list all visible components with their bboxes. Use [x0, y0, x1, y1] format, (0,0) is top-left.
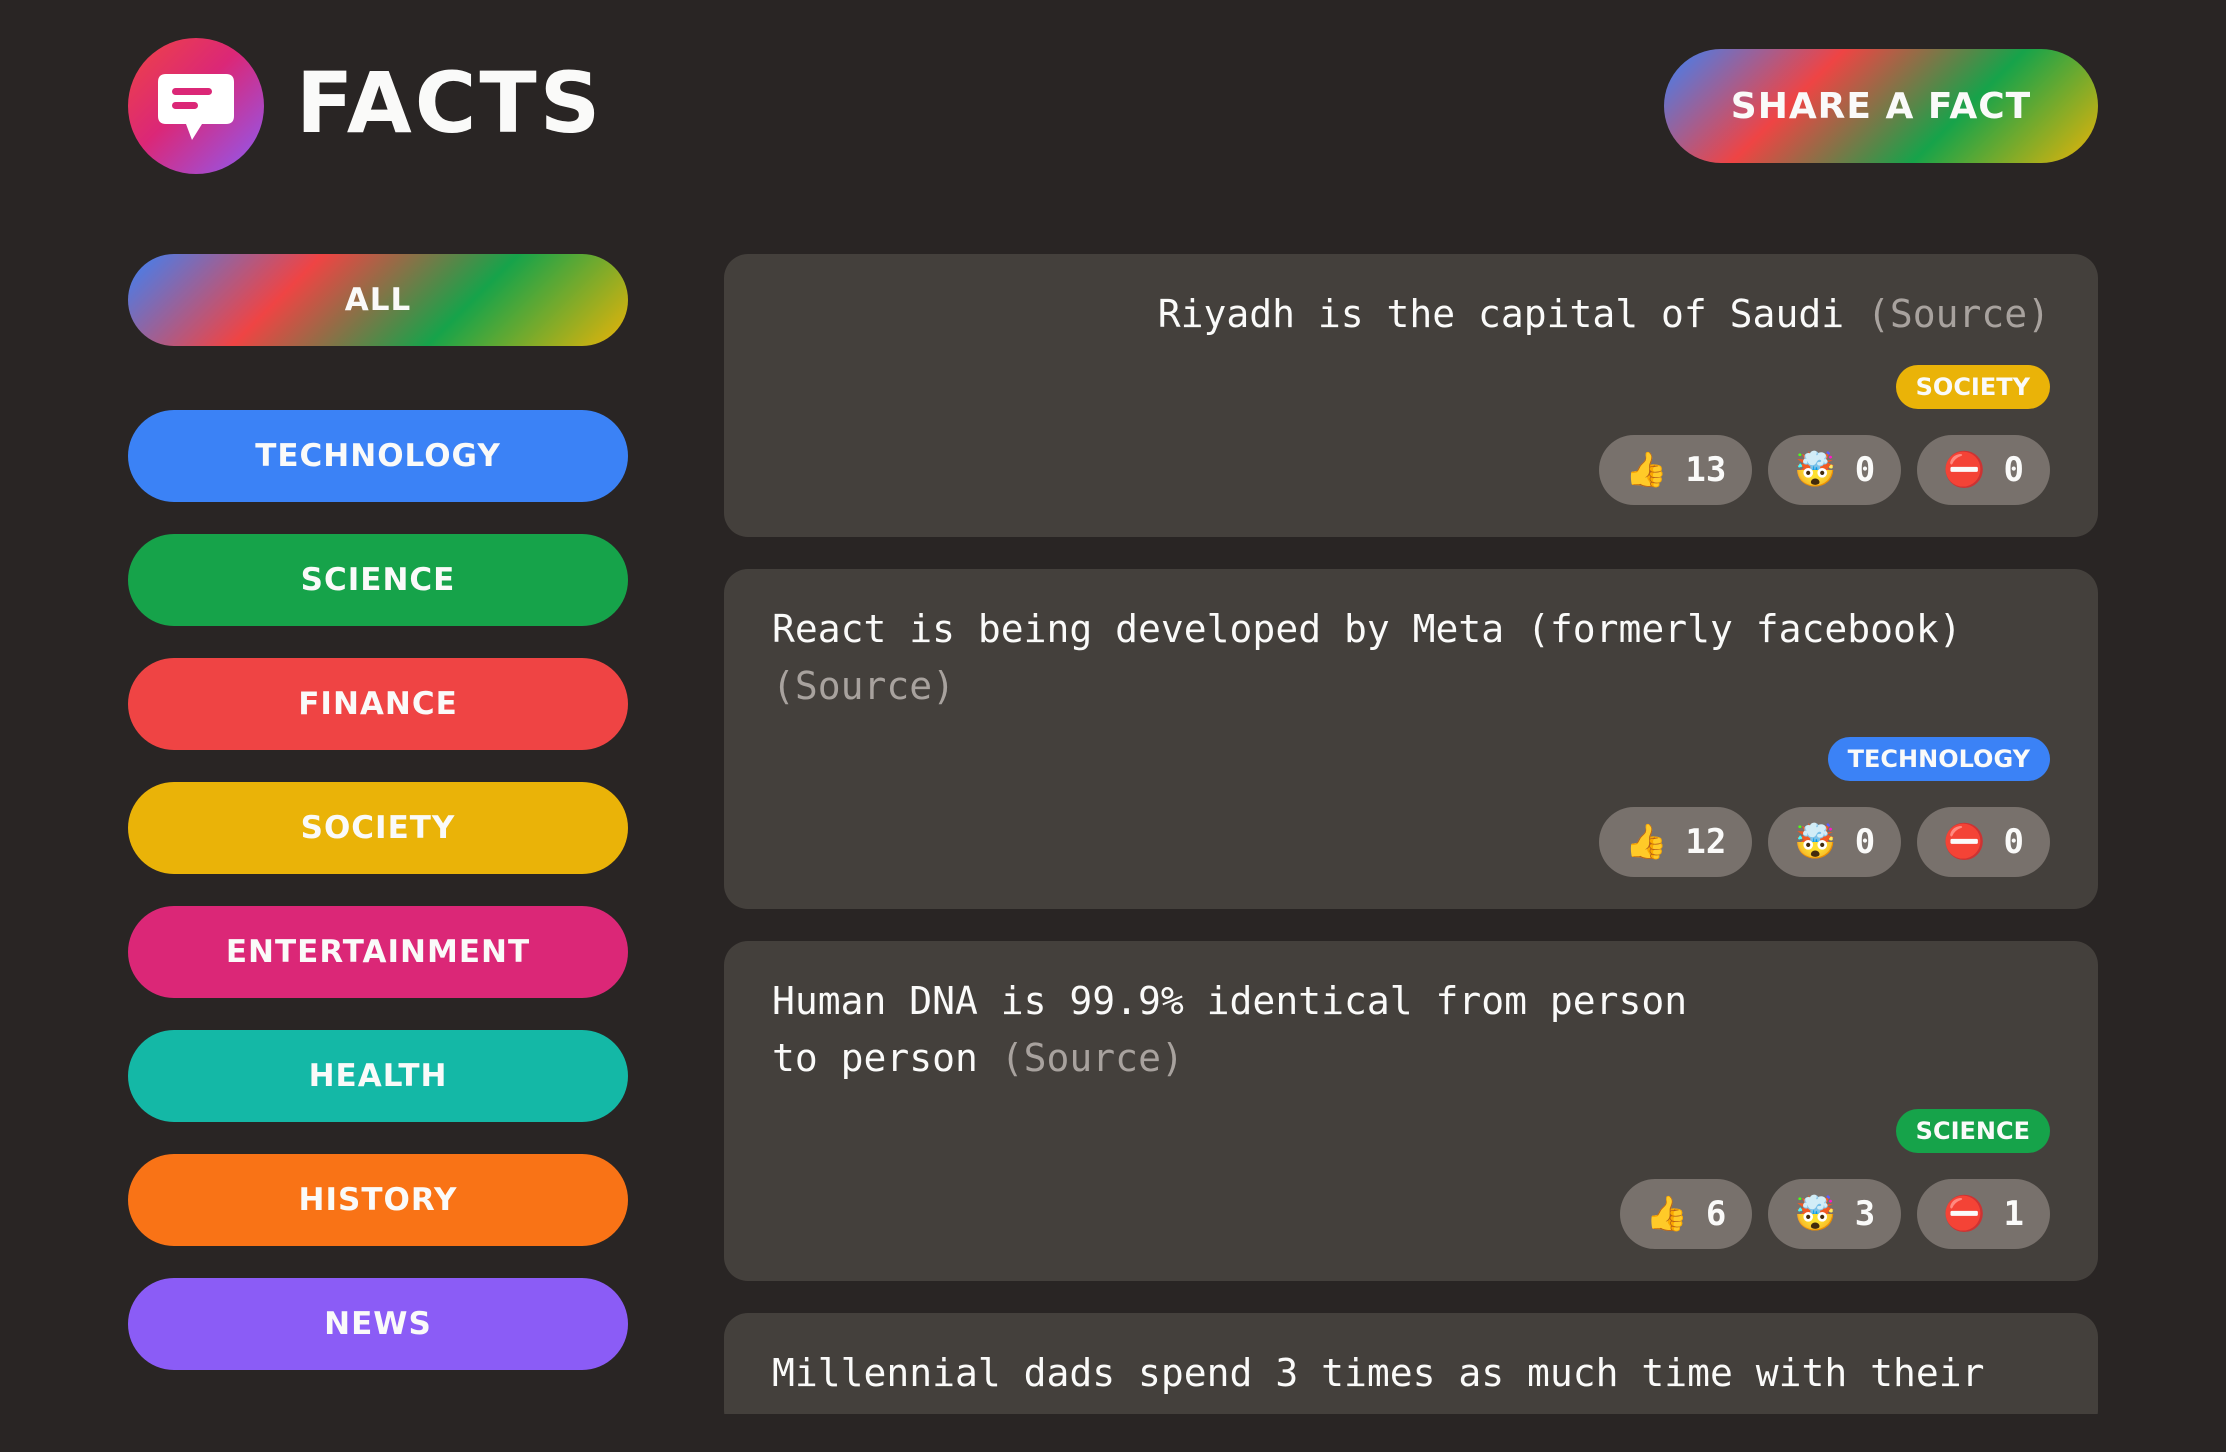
fact-card: Riyadh is the capital of Saudi (Source) …	[724, 254, 2098, 537]
fact-card: React is being developed by Meta (former…	[724, 569, 2098, 909]
category-tag: SOCIETY	[1895, 365, 2050, 409]
category-button-history[interactable]: HISTORY	[128, 1154, 628, 1246]
vote-mindblowing-button[interactable]: 🤯 0	[1768, 435, 1902, 505]
thumbs-up-icon: 👍	[1625, 822, 1668, 862]
category-button-finance[interactable]: FINANCE	[128, 658, 628, 750]
facts-list: Riyadh is the capital of Saudi (Source) …	[724, 254, 2098, 1414]
category-tag: TECHNOLOGY	[1827, 737, 2050, 781]
vote-buttons: 👍 6 🤯 3 ⛔️ 1	[772, 1179, 2050, 1249]
fact-card: Human DNA is 99.9% identical from person…	[724, 941, 2098, 1281]
vote-count: 0	[2003, 822, 2024, 862]
vote-interesting-button[interactable]: 👍 13	[1599, 435, 1753, 505]
category-button-health[interactable]: HEALTH	[128, 1030, 628, 1122]
fact-card: Millennial dads spend 3 times as much ti…	[724, 1313, 2098, 1414]
category-button-society[interactable]: SOCIETY	[128, 782, 628, 874]
vote-count: 12	[1685, 822, 1727, 862]
exploding-head-icon: 🤯	[1794, 450, 1837, 490]
fact-text-container: Riyadh is the capital of Saudi (Source)	[772, 286, 2050, 343]
fact-text-container: React is being developed by Meta (former…	[772, 601, 2050, 715]
vote-count: 13	[1685, 450, 1727, 490]
logo	[128, 38, 264, 174]
vote-false-button[interactable]: ⛔️ 0	[1917, 435, 2050, 505]
category-button-all[interactable]: ALL	[128, 254, 628, 346]
category-sidebar: ALL TECHNOLOGY SCIENCE FINANCE SOCIETY E…	[128, 254, 628, 1402]
thumbs-up-icon: 👍	[1625, 450, 1668, 490]
source-link[interactable]: (Source)	[1867, 292, 2050, 336]
vote-count: 0	[1854, 450, 1876, 490]
category-tag: SCIENCE	[1895, 1109, 2050, 1153]
thumbs-up-icon: 👍	[1645, 1194, 1688, 1234]
exploding-head-icon: 🤯	[1794, 822, 1837, 862]
speech-bubble-icon	[158, 74, 234, 140]
no-entry-icon: ⛔️	[1943, 450, 1986, 490]
source-link[interactable]: (Source)	[772, 664, 955, 708]
fact-text: Human DNA is 99.9% identical from person…	[772, 979, 1688, 1080]
vote-mindblowing-button[interactable]: 🤯 3	[1768, 1179, 1902, 1249]
vote-false-button[interactable]: ⛔️ 1	[1917, 1179, 2050, 1249]
vote-buttons: 👍 13 🤯 0 ⛔️ 0	[772, 435, 2050, 505]
share-fact-button[interactable]: SHARE A FACT	[1664, 49, 2098, 163]
exploding-head-icon: 🤯	[1794, 1194, 1837, 1234]
vote-interesting-button[interactable]: 👍 12	[1599, 807, 1753, 877]
header: FACTS SHARE A FACT	[128, 38, 2098, 178]
vote-count: 0	[1854, 822, 1876, 862]
category-button-technology[interactable]: TECHNOLOGY	[128, 410, 628, 502]
vote-buttons: 👍 12 🤯 0 ⛔️ 0	[772, 807, 2050, 877]
vote-interesting-button[interactable]: 👍 6	[1619, 1179, 1753, 1249]
no-entry-icon: ⛔️	[1943, 822, 1986, 862]
source-link[interactable]: (Source)	[1001, 1036, 1184, 1080]
fact-text: React is being developed by Meta (former…	[772, 607, 1962, 651]
fact-text: Millennial dads spend 3 times as much ti…	[772, 1351, 1985, 1395]
vote-count: 6	[1705, 1194, 1727, 1234]
app-title: FACTS	[296, 54, 604, 152]
no-entry-icon: ⛔️	[1943, 1194, 1986, 1234]
category-button-news[interactable]: NEWS	[128, 1278, 628, 1370]
vote-false-button[interactable]: ⛔️ 0	[1917, 807, 2050, 877]
fact-text: Riyadh is the capital of Saudi	[1157, 292, 1845, 336]
category-button-entertainment[interactable]: ENTERTAINMENT	[128, 906, 628, 998]
vote-count: 1	[2003, 1194, 2024, 1234]
fact-text-container: Human DNA is 99.9% identical from person…	[772, 973, 2050, 1087]
fact-text-container: Millennial dads spend 3 times as much ti…	[772, 1345, 2050, 1402]
vote-count: 0	[2003, 450, 2024, 490]
vote-count: 3	[1854, 1194, 1876, 1234]
vote-mindblowing-button[interactable]: 🤯 0	[1768, 807, 1902, 877]
category-button-science[interactable]: SCIENCE	[128, 534, 628, 626]
